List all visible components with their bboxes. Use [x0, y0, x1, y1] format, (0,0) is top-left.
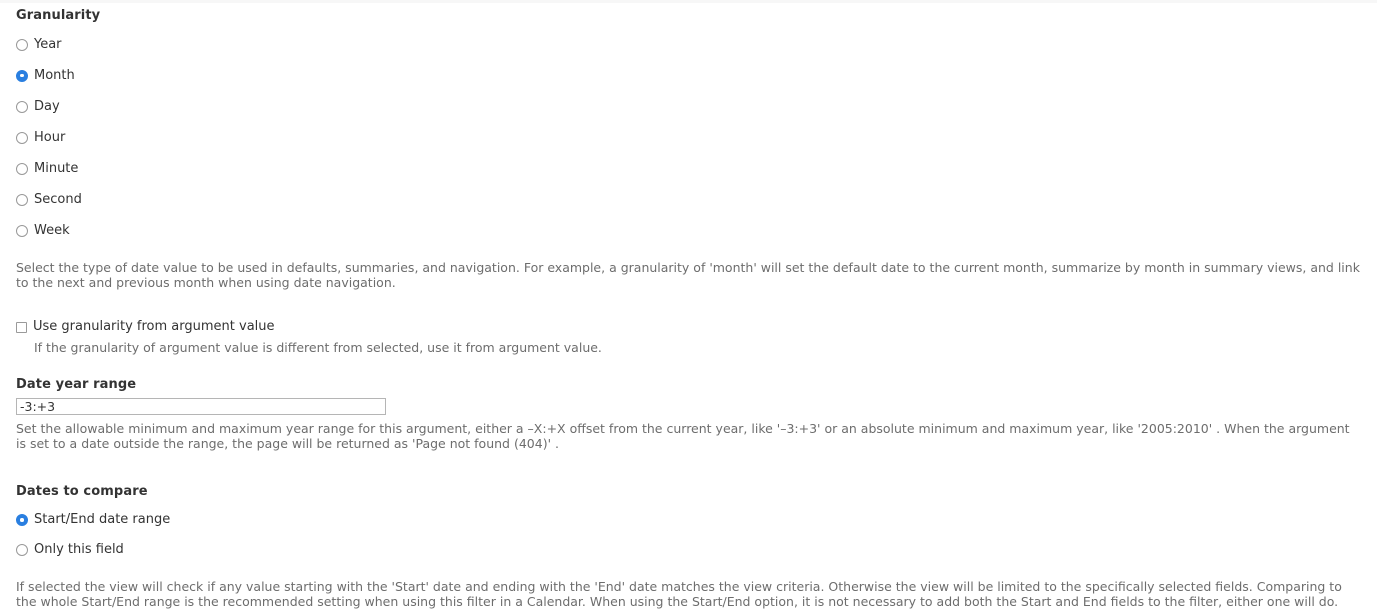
radio-icon-unchecked[interactable] [16, 193, 28, 206]
granularity-radio-group: Year Month Day Hour Minute Second Week [16, 29, 1361, 246]
granularity-section: Granularity Year Month Day Hour Minute S… [0, 8, 1377, 290]
date-year-range-description: Set the allowable minimum and maximum ye… [16, 421, 1350, 451]
date-year-range-label: Date year range [16, 377, 137, 392]
radio-icon-unchecked[interactable] [16, 38, 28, 51]
radio-icon-unchecked[interactable] [16, 224, 28, 237]
radio-icon-unchecked[interactable] [16, 544, 28, 556]
radio-label: Month [34, 67, 75, 83]
granularity-option-second[interactable]: Second [16, 184, 1361, 215]
radio-icon-unchecked[interactable] [16, 162, 28, 175]
radio-icon-unchecked[interactable] [16, 131, 28, 144]
radio-icon-unchecked[interactable] [16, 100, 28, 113]
radio-icon-checked[interactable] [16, 514, 28, 526]
settings-form: Granularity Year Month Day Hour Minute S… [0, 0, 1377, 609]
granularity-option-hour[interactable]: Hour [16, 122, 1361, 153]
checkbox-icon-unchecked[interactable] [16, 321, 27, 333]
granularity-option-day[interactable]: Day [16, 91, 1361, 122]
radio-icon-checked[interactable] [16, 69, 28, 82]
dates-to-compare-description: If selected the view will check if any v… [16, 579, 1342, 609]
radio-label: Start/End date range [34, 512, 171, 527]
radio-label: Week [34, 222, 70, 238]
dates-option-start-end-range[interactable]: Start/End date range [16, 505, 1361, 535]
dates-to-compare-label: Dates to compare [16, 484, 148, 499]
granularity-option-year[interactable]: Year [16, 29, 1361, 60]
use-granularity-checkbox-row[interactable]: Use granularity from argument value [16, 318, 1361, 336]
use-granularity-description: If the granularity of argument value is … [34, 340, 602, 355]
granularity-option-week[interactable]: Week [16, 215, 1361, 246]
radio-label: Only this field [34, 542, 124, 557]
date-year-range-input[interactable] [16, 398, 386, 415]
radio-label: Year [34, 36, 62, 52]
granularity-description: Select the type of date value to be used… [16, 260, 1360, 290]
granularity-option-minute[interactable]: Minute [16, 153, 1361, 184]
dates-option-only-this-field[interactable]: Only this field [16, 535, 1361, 565]
use-granularity-label: Use granularity from argument value [33, 319, 275, 334]
radio-label: Day [34, 98, 60, 114]
use-granularity-section: Use granularity from argument value If t… [0, 318, 1377, 355]
dates-to-compare-section: Dates to compare Start/End date range On… [0, 484, 1377, 609]
radio-label: Second [34, 191, 82, 207]
radio-label: Minute [34, 160, 79, 176]
granularity-label: Granularity [16, 8, 101, 23]
date-year-range-section: Date year range Set the allowable minimu… [0, 377, 1377, 451]
dates-to-compare-radio-group: Start/End date range Only this field [16, 505, 1361, 565]
radio-label: Hour [34, 129, 66, 145]
granularity-option-month[interactable]: Month [16, 60, 1361, 91]
